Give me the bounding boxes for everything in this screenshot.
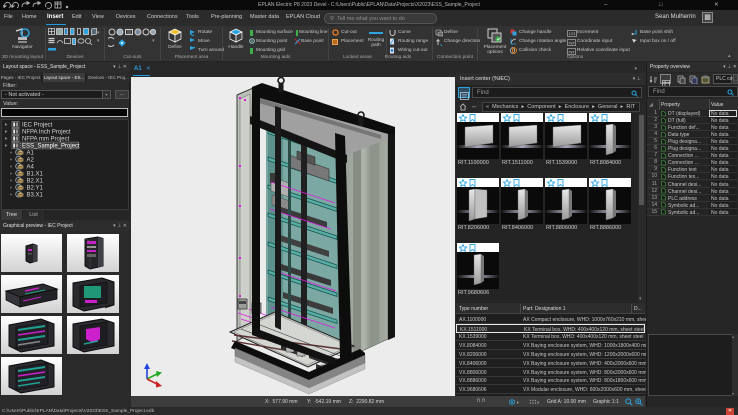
svg-text:RIT.1100000: RIT.1100000 <box>458 160 489 166</box>
svg-text:B2.Y1: B2.Y1 <box>27 186 44 192</box>
svg-text:RIT.9680606: RIT.9680606 <box>458 290 489 296</box>
svg-text:RIT.8406000: RIT.8406000 <box>502 225 533 231</box>
svg-text:A2: A2 <box>27 158 35 164</box>
svg-text:RIT.8206000: RIT.8206000 <box>458 225 489 231</box>
svg-text:RIT.1539000: RIT.1539000 <box>546 160 577 166</box>
svg-text:B1.X1: B1.X1 <box>27 172 44 178</box>
svg-text:RIT.1511000: RIT.1511000 <box>502 160 533 166</box>
svg-text:RIT.8886000: RIT.8886000 <box>590 225 621 231</box>
svg-text:B3.X1: B3.X1 <box>27 193 44 199</box>
svg-text:IEC Project: IEC Project <box>22 123 53 129</box>
svg-text:NFPA mm Project: NFPA mm Project <box>22 137 70 143</box>
svg-text:RIT.8806000: RIT.8806000 <box>546 225 577 231</box>
svg-text:A1: A1 <box>27 151 35 157</box>
svg-text:RIT.8084000: RIT.8084000 <box>590 160 621 166</box>
svg-text:A4: A4 <box>27 165 35 171</box>
svg-text:B2.X1: B2.X1 <box>27 179 44 185</box>
svg-text:ESS_Sample_Project: ESS_Sample_Project <box>22 144 80 150</box>
svg-text:NFPA Inch Project: NFPA Inch Project <box>22 130 71 136</box>
